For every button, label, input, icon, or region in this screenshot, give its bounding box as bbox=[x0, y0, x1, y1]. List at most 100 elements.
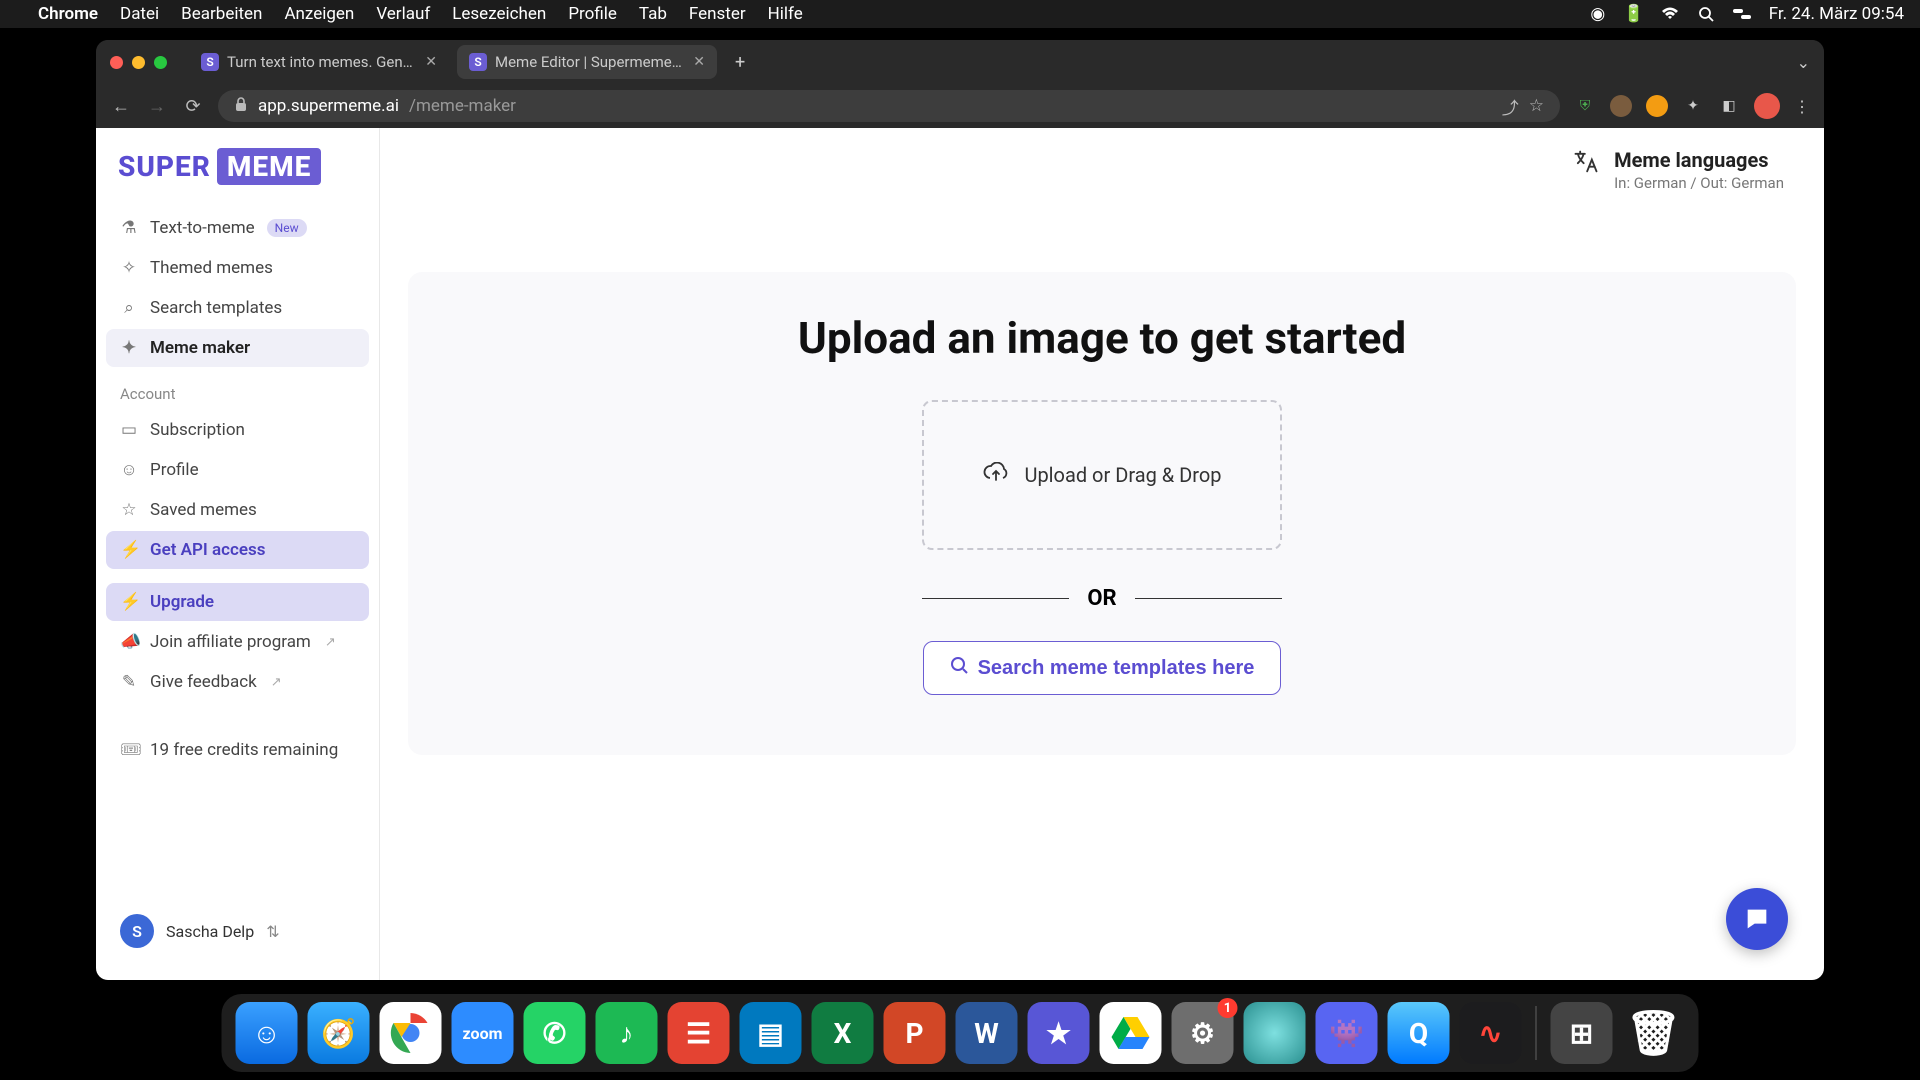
sidebar-item-upgrade[interactable]: ⚡ Upgrade bbox=[106, 583, 369, 621]
dock-app-mission-control[interactable]: ⊞ bbox=[1551, 1002, 1613, 1064]
dock-app-trash[interactable]: 🗑 bbox=[1623, 1002, 1685, 1064]
sidebar-item-api-access[interactable]: ⚡ Get API access bbox=[106, 531, 369, 569]
sidebar-item-label: Get API access bbox=[150, 540, 266, 560]
back-button[interactable]: ← bbox=[110, 96, 132, 117]
dock-app-spotify[interactable]: ♪ bbox=[596, 1002, 658, 1064]
dock-app-quicktime[interactable]: Q bbox=[1388, 1002, 1450, 1064]
dock-app-voice-memos[interactable]: ∿ bbox=[1460, 1002, 1522, 1064]
dock-app-powerpoint[interactable]: P bbox=[884, 1002, 946, 1064]
sparkle-icon: ✧ bbox=[120, 258, 138, 278]
window-maximize-button[interactable] bbox=[154, 56, 167, 69]
address-bar[interactable]: app.supermeme.ai/meme-maker ⤴ ☆ bbox=[218, 90, 1560, 122]
share-icon[interactable]: ⤴ bbox=[1502, 94, 1519, 119]
new-badge: New bbox=[267, 219, 307, 237]
sidebar-item-text-to-meme[interactable]: ⚗ Text-to-meme New bbox=[106, 209, 369, 247]
extension-3-icon[interactable] bbox=[1646, 95, 1668, 117]
sidebar-user-menu[interactable]: S Sascha Delp ⇅ bbox=[106, 902, 369, 960]
window-minimize-button[interactable] bbox=[132, 56, 145, 69]
logo-meme: MEME bbox=[217, 148, 321, 185]
card-icon: ▭ bbox=[120, 420, 138, 440]
tab-close-icon[interactable]: ✕ bbox=[693, 54, 705, 70]
dock-app-discord[interactable]: 👾 bbox=[1316, 1002, 1378, 1064]
dock-app-finder[interactable]: ☺ bbox=[236, 1002, 298, 1064]
menu-history[interactable]: Verlauf bbox=[376, 4, 430, 24]
wifi-icon[interactable] bbox=[1661, 5, 1679, 23]
extensions-puzzle-icon[interactable]: ✦ bbox=[1682, 95, 1704, 117]
dock-app-whatsapp[interactable]: ✆ bbox=[524, 1002, 586, 1064]
tab-dropdown-icon[interactable]: ⌄ bbox=[1797, 53, 1810, 72]
sidebar-item-feedback[interactable]: ✎ Give feedback ↗ bbox=[106, 663, 369, 701]
sidebar-item-themed-memes[interactable]: ✧ Themed memes bbox=[106, 249, 369, 287]
tab-title: Turn text into memes. Generat bbox=[227, 53, 417, 71]
tab-strip: S Turn text into memes. Generat ✕ S Meme… bbox=[96, 40, 1824, 84]
app-logo[interactable]: SUPER MEME bbox=[106, 148, 369, 209]
tab-close-icon[interactable]: ✕ bbox=[425, 54, 437, 70]
menu-window[interactable]: Fenster bbox=[689, 4, 746, 24]
dock-app-excel[interactable]: X bbox=[812, 1002, 874, 1064]
dock-app-drive[interactable] bbox=[1100, 1002, 1162, 1064]
battery-icon[interactable]: 🔋 bbox=[1625, 5, 1643, 23]
menu-view[interactable]: Anzeigen bbox=[284, 4, 354, 24]
menu-edit[interactable]: Bearbeiten bbox=[181, 4, 262, 24]
extension-2-icon[interactable] bbox=[1610, 95, 1632, 117]
bolt-icon: ⚡ bbox=[120, 540, 138, 560]
sidebar-item-saved-memes[interactable]: ☆ Saved memes bbox=[106, 491, 369, 529]
upload-dropzone[interactable]: Upload or Drag & Drop bbox=[922, 400, 1282, 550]
search-templates-button[interactable]: Search meme templates here bbox=[923, 641, 1282, 695]
search-button-label: Search meme templates here bbox=[978, 657, 1255, 680]
app-content: SUPER MEME ⚗ Text-to-meme New ✧ Themed m… bbox=[96, 128, 1824, 980]
language-selector[interactable]: Meme languages In: German / Out: German bbox=[1572, 148, 1784, 192]
chrome-menu-icon[interactable]: ⋮ bbox=[1794, 97, 1810, 116]
menu-help[interactable]: Hilfe bbox=[768, 4, 803, 24]
url-domain: app.supermeme.ai bbox=[258, 96, 399, 116]
sidebar-item-profile[interactable]: ☺ Profile bbox=[106, 451, 369, 489]
new-tab-button[interactable]: + bbox=[725, 52, 755, 73]
dock-app-word[interactable]: W bbox=[956, 1002, 1018, 1064]
record-icon[interactable]: ◉ bbox=[1589, 5, 1607, 23]
external-link-icon: ↗ bbox=[271, 675, 282, 690]
window-close-button[interactable] bbox=[110, 56, 123, 69]
forward-button[interactable]: → bbox=[146, 96, 168, 117]
menu-profiles[interactable]: Profile bbox=[568, 4, 617, 24]
dock-app-siri[interactable] bbox=[1244, 1002, 1306, 1064]
menu-app-name[interactable]: Chrome bbox=[38, 4, 98, 24]
profile-avatar-icon[interactable] bbox=[1754, 93, 1780, 119]
dock-app-zoom[interactable]: zoom bbox=[452, 1002, 514, 1064]
dock-app-safari[interactable]: 🧭 bbox=[308, 1002, 370, 1064]
sidebar-item-label: Text-to-meme bbox=[150, 218, 255, 238]
spotlight-icon[interactable] bbox=[1697, 5, 1715, 23]
extension-shield-icon[interactable]: ⛨ bbox=[1574, 95, 1596, 117]
browser-tab-2[interactable]: S Meme Editor | Supermeme.ai ✕ bbox=[457, 45, 717, 79]
sidebar-item-label: Search templates bbox=[150, 298, 282, 318]
reload-button[interactable]: ⟳ bbox=[182, 96, 204, 117]
sidebar-item-search-templates[interactable]: ⌕ Search templates bbox=[106, 289, 369, 327]
menubar-clock[interactable]: Fr. 24. März 09:54 bbox=[1769, 4, 1904, 24]
browser-tab-1[interactable]: S Turn text into memes. Generat ✕ bbox=[189, 45, 449, 79]
bookmark-star-icon[interactable]: ☆ bbox=[1529, 96, 1544, 116]
or-text: OR bbox=[1087, 586, 1116, 611]
menu-file[interactable]: Datei bbox=[120, 4, 159, 24]
sidebar-item-subscription[interactable]: ▭ Subscription bbox=[106, 411, 369, 449]
sidebar-item-label: Subscription bbox=[150, 420, 245, 440]
cloud-upload-icon bbox=[982, 462, 1010, 489]
sidebar-item-meme-maker[interactable]: ✦ Meme maker bbox=[106, 329, 369, 367]
chat-icon bbox=[1743, 905, 1771, 933]
sidebar-item-label: Give feedback bbox=[150, 672, 257, 692]
dock-app-imovie[interactable]: ★ bbox=[1028, 1002, 1090, 1064]
upload-card: Upload an image to get started Upload or… bbox=[408, 272, 1796, 755]
sidebar-item-affiliate[interactable]: 📣 Join affiliate program ↗ bbox=[106, 623, 369, 661]
feedback-icon: ✎ bbox=[120, 672, 138, 692]
chat-fab-button[interactable] bbox=[1726, 888, 1788, 950]
dock-app-trello[interactable]: ▤ bbox=[740, 1002, 802, 1064]
sidepanel-icon[interactable]: ◧ bbox=[1718, 95, 1740, 117]
tab-title: Meme Editor | Supermeme.ai bbox=[495, 53, 685, 71]
dock-app-settings[interactable]: ⚙ 1 bbox=[1172, 1002, 1234, 1064]
control-center-icon[interactable] bbox=[1733, 5, 1751, 23]
dock-app-todoist[interactable]: ☰ bbox=[668, 1002, 730, 1064]
sidebar-item-label: Saved memes bbox=[150, 500, 257, 520]
dock-app-chrome[interactable] bbox=[380, 1002, 442, 1064]
menu-tab[interactable]: Tab bbox=[639, 4, 667, 24]
menu-bookmarks[interactable]: Lesezeichen bbox=[452, 4, 546, 24]
sidebar-item-credits: 🎟 19 free credits remaining bbox=[106, 731, 369, 769]
user-name: Sascha Delp bbox=[166, 922, 254, 941]
